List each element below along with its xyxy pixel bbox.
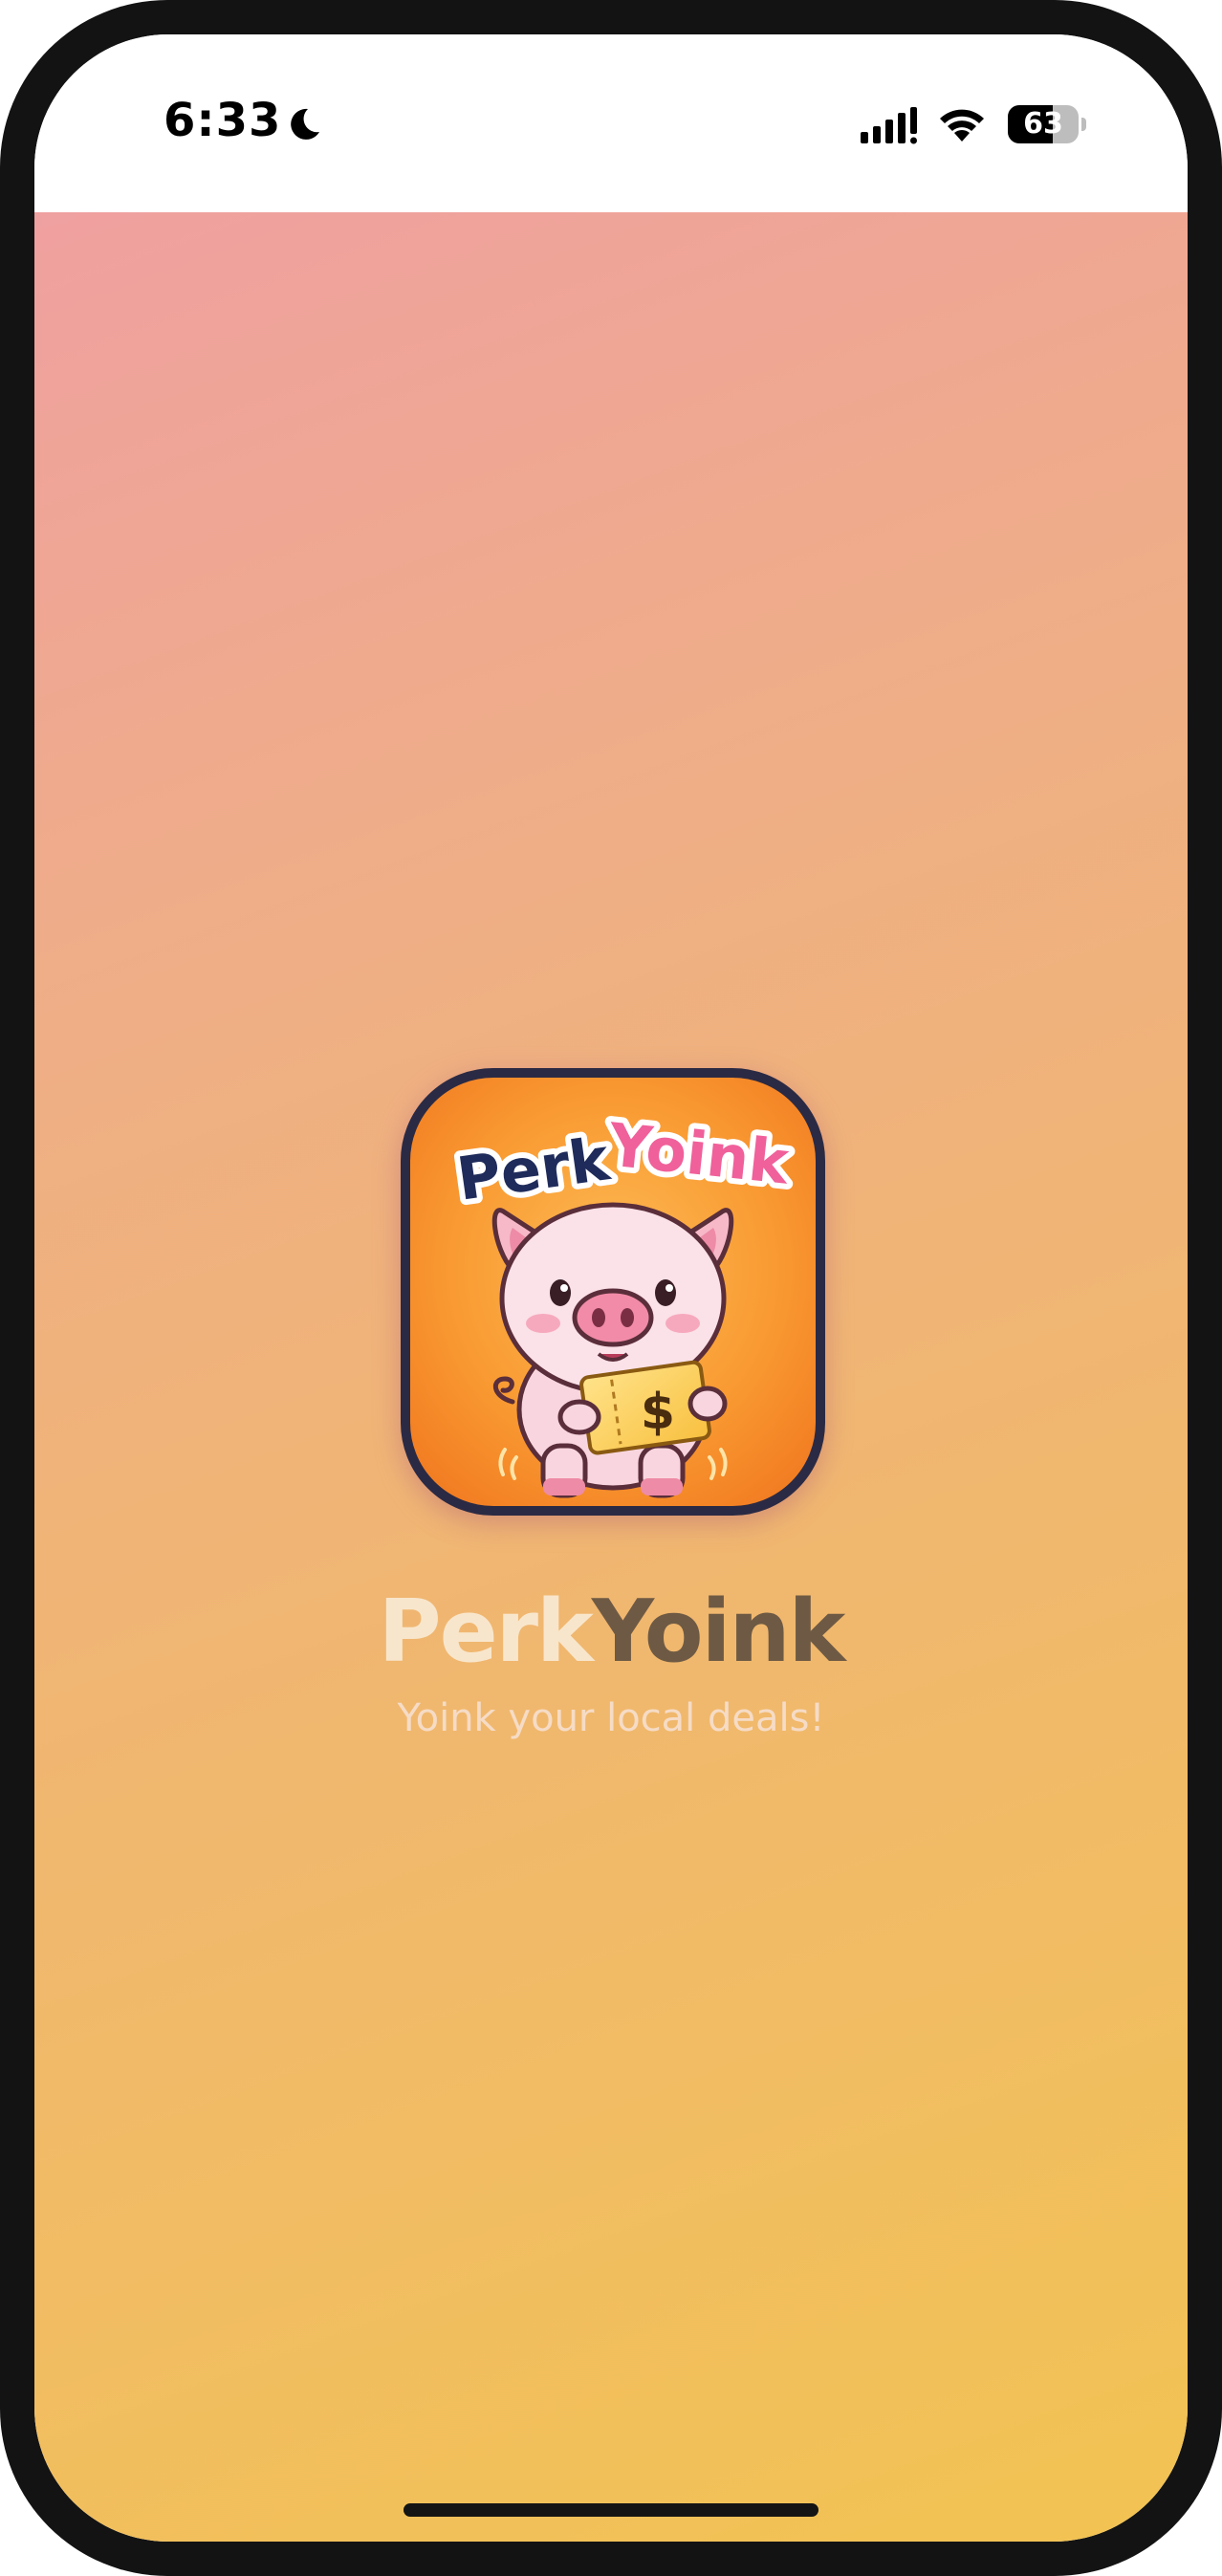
battery-icon: 63 — [1008, 105, 1086, 143]
phone-frame: 6:33 63 Perk Yoink $ PerkYoink Yoink you… — [0, 0, 1222, 2576]
home-indicator[interactable] — [404, 2503, 818, 2517]
cellular-signal-icon — [861, 107, 917, 144]
app-name: PerkYoink — [34, 1580, 1188, 1685]
battery-level: 63 — [1023, 107, 1063, 141]
moon-icon — [291, 108, 319, 140]
splash-screen: Perk Yoink $ PerkYoink Yoink your local … — [34, 212, 1188, 2542]
wifi-icon — [940, 109, 984, 142]
screen: 6:33 63 Perk Yoink $ PerkYoink Yoink you… — [34, 34, 1188, 2542]
app-name-perk: Perk — [378, 1582, 594, 1682]
app-icon: Perk Yoink $ — [401, 1068, 825, 1516]
tagline: Yoink your local deals! — [397, 1696, 825, 1740]
status-bar: 6:33 63 — [34, 34, 1188, 212]
battery-body: 63 — [1008, 105, 1079, 143]
app-name-yoink: Yoink — [591, 1582, 846, 1682]
coupon-dollar-sign: $ — [641, 1384, 675, 1441]
battery-tip — [1081, 118, 1086, 131]
status-time: 6:33 — [164, 94, 282, 147]
